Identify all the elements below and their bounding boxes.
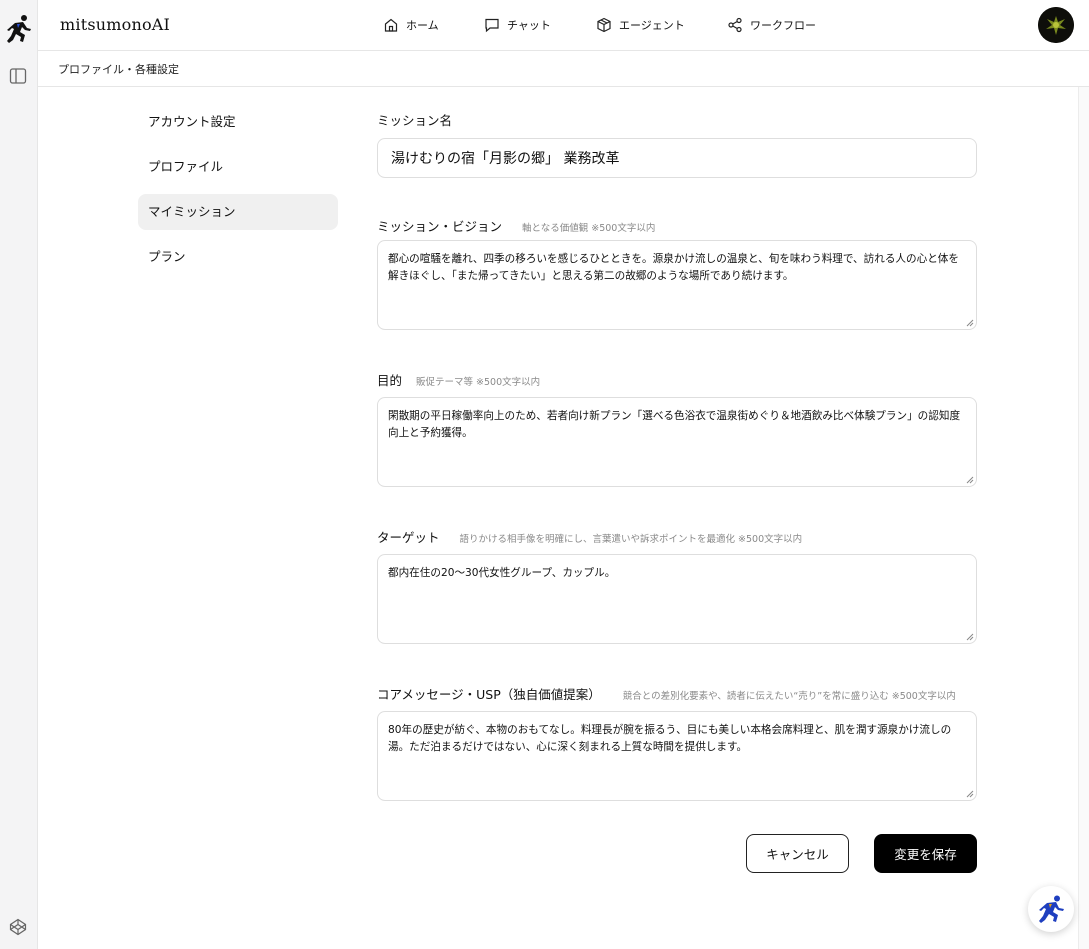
purpose-textarea[interactable]: 閑散期の平日稼働率向上のため、若者向け新プラン「選べる色浴衣で温泉街めぐり＆地酒…: [378, 398, 976, 486]
vision-label-row: ミッション・ビジョン 軸となる価値観 ※500文字以内: [377, 216, 977, 234]
breadcrumb: プロファイル・各種設定: [58, 63, 179, 76]
box-icon: [597, 17, 611, 33]
nav-agent-label: エージェント: [619, 19, 685, 32]
cancel-button[interactable]: キャンセル: [746, 834, 849, 873]
target-textarea[interactable]: 都内在住の20〜30代女性グループ、カップル。: [378, 555, 976, 643]
target-label: ターゲット: [377, 530, 440, 545]
runner-logo-icon[interactable]: [6, 14, 32, 44]
nav-chat-label: チャット: [507, 19, 551, 32]
sidebar-item-profile[interactable]: プロファイル: [138, 149, 338, 185]
sidebar-item-plan[interactable]: プラン: [138, 239, 338, 275]
nav-workflow-label: ワークフロー: [750, 19, 816, 32]
save-button[interactable]: 変更を保存: [874, 834, 977, 873]
scrollbar[interactable]: [1078, 87, 1089, 949]
left-rail: [0, 0, 38, 949]
nav-agent[interactable]: エージェント: [596, 0, 685, 50]
sidebar-item-account[interactable]: アカウント設定: [138, 104, 338, 140]
target-hint: 語りかける相手像を明確にし、言葉遣いや訴求ポイントを最適化 ※500文字以内: [459, 534, 803, 545]
settings-sidebar: アカウント設定 プロファイル マイミッション プラン: [138, 104, 338, 284]
purpose-label: 目的: [377, 373, 403, 388]
core-message-label-row: コアメッセージ・USP（独自価値提案） 競合との差別化要素や、読者に伝えたい“売…: [377, 684, 977, 702]
mission-name-label-row: ミッション名: [377, 110, 977, 128]
vision-hint: 軸となる価値観 ※500文字以内: [522, 223, 656, 234]
resize-grip-icon[interactable]: [966, 476, 974, 484]
brand-name[interactable]: mitsumonoAI: [60, 15, 170, 34]
vision-label: ミッション・ビジョン: [377, 219, 503, 234]
share-nodes-icon: [728, 17, 742, 33]
nav-home[interactable]: ホーム: [383, 0, 439, 50]
home-icon: [384, 18, 398, 32]
runner-icon: [1039, 895, 1064, 923]
assistant-fab-button[interactable]: [1028, 886, 1074, 932]
mission-name-label: ミッション名: [377, 113, 453, 128]
target-textarea-box: 都内在住の20〜30代女性グループ、カップル。: [377, 554, 977, 644]
purpose-textarea-box: 閑散期の平日稼働率向上のため、若者向け新プラン「選べる色浴衣で温泉街めぐり＆地酒…: [377, 397, 977, 487]
vision-textarea[interactable]: 都心の喧騒を離れ、四季の移ろいを感じるひとときを。源泉かけ流しの温泉と、旬を味わ…: [378, 241, 976, 329]
user-avatar[interactable]: [1038, 7, 1074, 43]
core-message-hint: 競合との差別化要素や、読者に伝えたい“売り”を常に盛り込む ※500文字以内: [622, 691, 956, 702]
target-label-row: ターゲット 語りかける相手像を明確にし、言葉遣いや訴求ポイントを最適化 ※500…: [377, 527, 977, 545]
resize-grip-icon[interactable]: [966, 633, 974, 641]
sidebar-item-my-mission[interactable]: マイミッション: [138, 194, 338, 230]
purpose-hint: 販促テーマ等 ※500文字以内: [416, 377, 541, 388]
mission-form: ミッション名 ミッション・ビジョン 軸となる価値観 ※500文字以内 都心の喧騒…: [377, 110, 977, 801]
codepen-icon[interactable]: [9, 918, 27, 936]
breadcrumb-bar: プロファイル・各種設定: [38, 51, 1089, 87]
top-bar: mitsumonoAI ホーム チャット エージェント ワークフロー: [38, 0, 1089, 51]
resize-grip-icon[interactable]: [966, 790, 974, 798]
vision-textarea-box: 都心の喧騒を離れ、四季の移ろいを感じるひとときを。源泉かけ流しの温泉と、旬を味わ…: [377, 240, 977, 330]
purpose-label-row: 目的 販促テーマ等 ※500文字以内: [377, 370, 977, 388]
nav-home-label: ホーム: [406, 19, 439, 32]
chat-icon: [485, 18, 499, 33]
core-message-textarea[interactable]: 80年の歴史が紡ぐ、本物のおもてなし。料理長が腕を振るう、目にも美しい本格会席料…: [378, 712, 976, 800]
core-message-label: コアメッセージ・USP（独自価値提案）: [377, 687, 601, 702]
nav-chat[interactable]: チャット: [484, 0, 551, 50]
nav-workflow[interactable]: ワークフロー: [727, 0, 816, 50]
core-message-textarea-box: 80年の歴史が紡ぐ、本物のおもてなし。料理長が腕を振るう、目にも美しい本格会席料…: [377, 711, 977, 801]
resize-grip-icon[interactable]: [966, 319, 974, 327]
mission-name-input[interactable]: [377, 138, 977, 178]
sidebar-toggle-icon[interactable]: [9, 67, 27, 85]
